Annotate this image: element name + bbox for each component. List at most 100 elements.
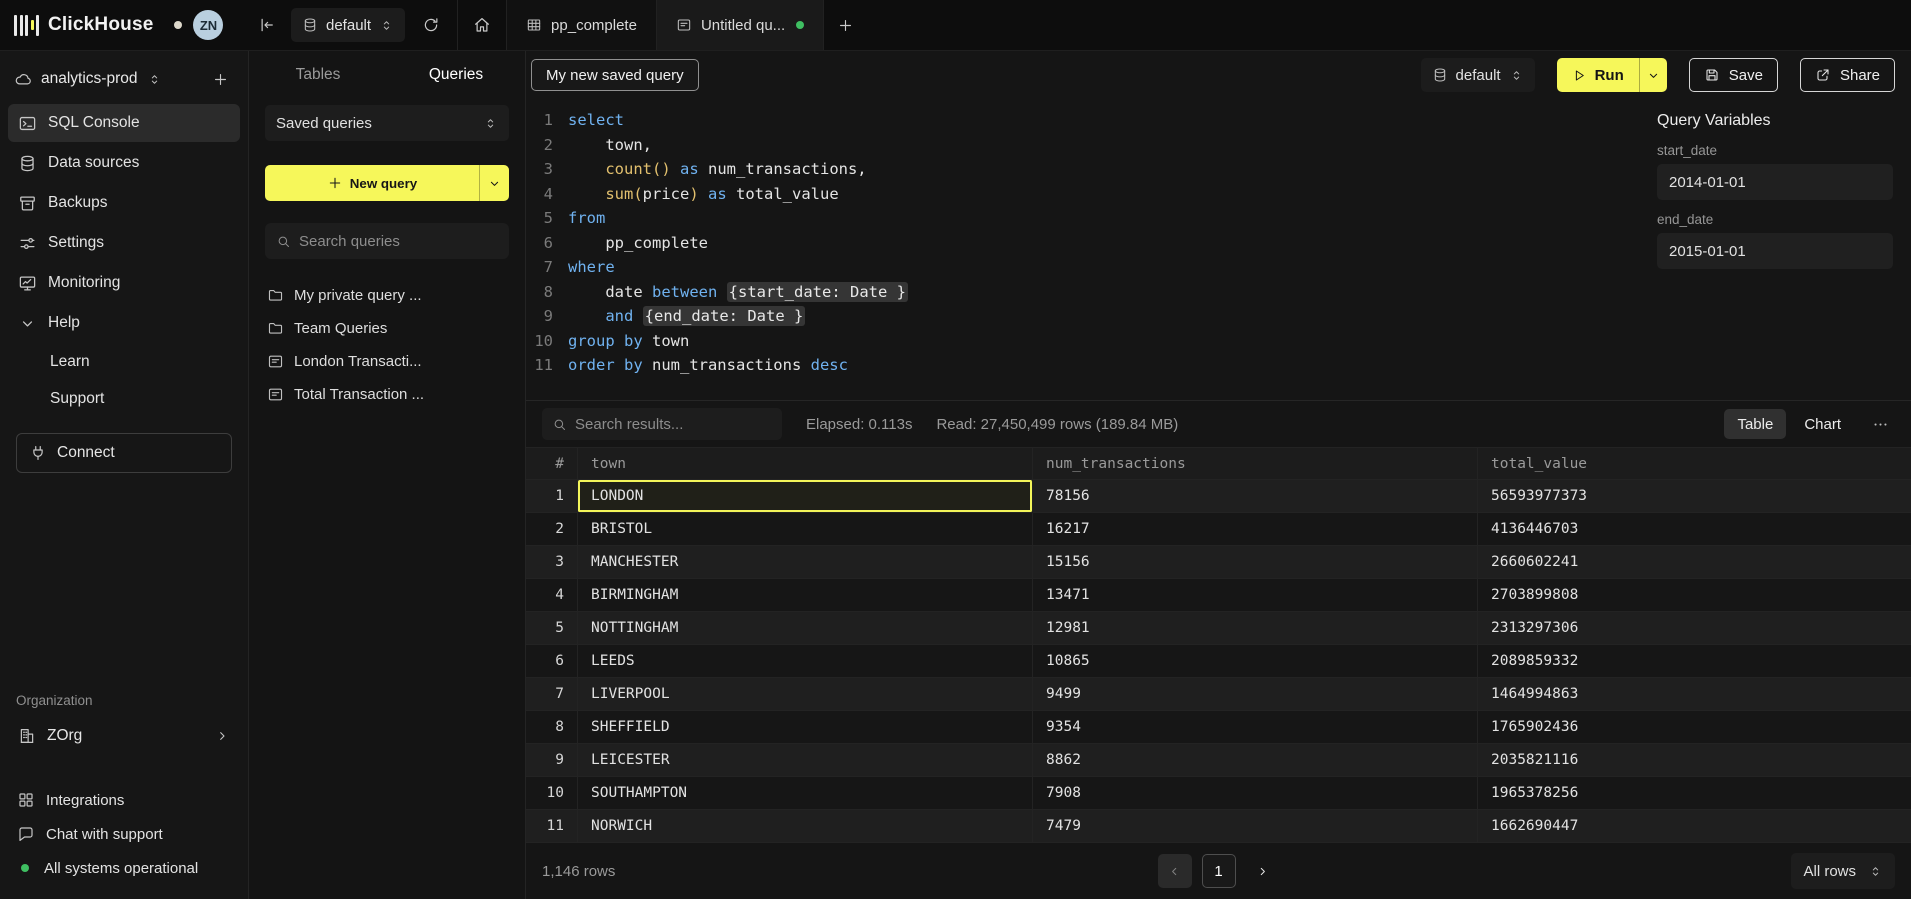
column-header-index[interactable]: #	[526, 447, 578, 480]
add-service-button[interactable]	[206, 65, 234, 93]
sidebar-item-all-systems-operational[interactable]: All systems operational	[0, 851, 248, 885]
sidebar-item-sql-console[interactable]: SQL Console	[8, 104, 240, 142]
row-index-cell[interactable]: 1	[526, 480, 578, 513]
cell-town[interactable]: LONDON	[578, 480, 1033, 513]
results-menu-button[interactable]	[1865, 409, 1895, 439]
query-search-input[interactable]	[299, 233, 498, 250]
table-view-button[interactable]: Table	[1724, 409, 1786, 439]
cell-total-value[interactable]: 1464994863	[1478, 678, 1911, 711]
cell-town[interactable]: BIRMINGHAM	[578, 579, 1033, 612]
cell-total-value[interactable]: 2089859332	[1478, 645, 1911, 678]
sidebar-item-chat-with-support[interactable]: Chat with support	[0, 817, 248, 851]
refresh-button[interactable]	[413, 7, 449, 43]
row-index-cell[interactable]: 3	[526, 546, 578, 579]
cell-num-transactions[interactable]: 7479	[1033, 810, 1478, 843]
code-line[interactable]: 10group by town	[526, 329, 1639, 354]
cell-num-transactions[interactable]: 15156	[1033, 546, 1478, 579]
cell-total-value[interactable]: 1765902436	[1478, 711, 1911, 744]
row-index-cell[interactable]: 10	[526, 777, 578, 810]
cell-total-value[interactable]: 2035821116	[1478, 744, 1911, 777]
code-line[interactable]: 5from	[526, 206, 1639, 231]
row-index-cell[interactable]: 7	[526, 678, 578, 711]
saved-query-item-london-transacti[interactable]: London Transacti...	[249, 345, 525, 377]
tab-queries[interactable]: Queries	[387, 51, 525, 99]
code-line[interactable]: 6 pp_complete	[526, 231, 1639, 256]
column-header-town[interactable]: town	[578, 447, 1033, 480]
sidebar-item-monitoring[interactable]: Monitoring	[8, 264, 240, 302]
cell-town[interactable]: SOUTHAMPTON	[578, 777, 1033, 810]
row-index-cell[interactable]: 6	[526, 645, 578, 678]
sidebar-item-help[interactable]: Help	[8, 304, 240, 342]
row-index-cell[interactable]: 5	[526, 612, 578, 645]
user-avatar[interactable]: ZN	[193, 10, 223, 40]
results-search-input[interactable]	[575, 416, 772, 433]
row-index-cell[interactable]: 9	[526, 744, 578, 777]
saved-query-item-team-queries[interactable]: Team Queries	[249, 312, 525, 344]
new-query-button[interactable]: New query	[265, 165, 480, 201]
run-database-selector[interactable]: default	[1421, 58, 1535, 92]
next-page-button[interactable]	[1246, 854, 1280, 888]
tab-pp-complete[interactable]: pp_complete	[506, 0, 657, 50]
chart-view-button[interactable]: Chart	[1791, 409, 1854, 439]
sidebar-item-integrations[interactable]: Integrations	[0, 783, 248, 817]
cell-total-value[interactable]: 2313297306	[1478, 612, 1911, 645]
code-line[interactable]: 7where	[526, 255, 1639, 280]
row-index-cell[interactable]: 8	[526, 711, 578, 744]
cell-town[interactable]: LEICESTER	[578, 744, 1033, 777]
row-index-cell[interactable]: 2	[526, 513, 578, 546]
cell-num-transactions[interactable]: 10865	[1033, 645, 1478, 678]
cell-num-transactions[interactable]: 12981	[1033, 612, 1478, 645]
row-index-cell[interactable]: 4	[526, 579, 578, 612]
cell-town[interactable]: NORWICH	[578, 810, 1033, 843]
organization-selector[interactable]: ZOrg	[8, 717, 240, 755]
code-line[interactable]: 3 count() as num_transactions,	[526, 157, 1639, 182]
row-index-cell[interactable]: 11	[526, 810, 578, 843]
save-button[interactable]: Save	[1689, 58, 1778, 92]
saved-queries-select[interactable]: Saved queries	[265, 105, 509, 141]
new-query-options-button[interactable]	[480, 165, 509, 201]
page-size-selector[interactable]: All rows	[1791, 853, 1895, 889]
cell-total-value[interactable]: 1965378256	[1478, 777, 1911, 810]
cell-num-transactions[interactable]: 9354	[1033, 711, 1478, 744]
code-line[interactable]: 9 and {end_date: Date }	[526, 304, 1639, 329]
topbar-database-selector[interactable]: default	[291, 8, 405, 42]
prev-page-button[interactable]	[1158, 854, 1192, 888]
cell-num-transactions[interactable]: 9499	[1033, 678, 1478, 711]
sidebar-item-learn[interactable]: Learn	[8, 344, 240, 379]
saved-query-tab[interactable]: My new saved query	[531, 59, 699, 91]
tab-untitled-query[interactable]: Untitled qu...	[657, 0, 824, 50]
cell-town[interactable]: LEEDS	[578, 645, 1033, 678]
code-line[interactable]: 2 town,	[526, 133, 1639, 158]
current-page-button[interactable]: 1	[1202, 854, 1236, 888]
code-line[interactable]: 8 date between {start_date: Date }	[526, 280, 1639, 305]
saved-query-item-my-private-query[interactable]: My private query ...	[249, 279, 525, 311]
column-header-total-value[interactable]: total_value	[1478, 447, 1911, 480]
sql-editor[interactable]: 1select2 town,3 count() as num_transacti…	[526, 99, 1639, 400]
cell-town[interactable]: SHEFFIELD	[578, 711, 1033, 744]
run-button[interactable]: Run	[1557, 58, 1640, 92]
home-button[interactable]	[464, 7, 500, 43]
code-line[interactable]: 4 sum(price) as total_value	[526, 182, 1639, 207]
cell-total-value[interactable]: 2703899808	[1478, 579, 1911, 612]
start-date-input[interactable]	[1657, 164, 1893, 200]
collapse-sidebar-button[interactable]	[249, 7, 285, 43]
cell-num-transactions[interactable]: 7908	[1033, 777, 1478, 810]
cell-town[interactable]: BRISTOL	[578, 513, 1033, 546]
cell-num-transactions[interactable]: 13471	[1033, 579, 1478, 612]
sidebar-item-settings[interactable]: Settings	[8, 224, 240, 262]
code-line[interactable]: 1select	[526, 108, 1639, 133]
cell-town[interactable]: LIVERPOOL	[578, 678, 1033, 711]
cell-num-transactions[interactable]: 16217	[1033, 513, 1478, 546]
workspace-selector[interactable]: analytics-prod	[0, 61, 248, 103]
share-button[interactable]: Share	[1800, 58, 1895, 92]
cell-town[interactable]: MANCHESTER	[578, 546, 1033, 579]
cell-total-value[interactable]: 2660602241	[1478, 546, 1911, 579]
connect-button[interactable]: Connect	[16, 433, 232, 473]
cell-num-transactions[interactable]: 8862	[1033, 744, 1478, 777]
sidebar-item-backups[interactable]: Backups	[8, 184, 240, 222]
end-date-input[interactable]	[1657, 233, 1893, 269]
sidebar-item-support[interactable]: Support	[8, 381, 240, 416]
saved-query-item-total-transaction[interactable]: Total Transaction ...	[249, 378, 525, 410]
cell-total-value[interactable]: 4136446703	[1478, 513, 1911, 546]
code-line[interactable]: 11order by num_transactions desc	[526, 353, 1639, 378]
